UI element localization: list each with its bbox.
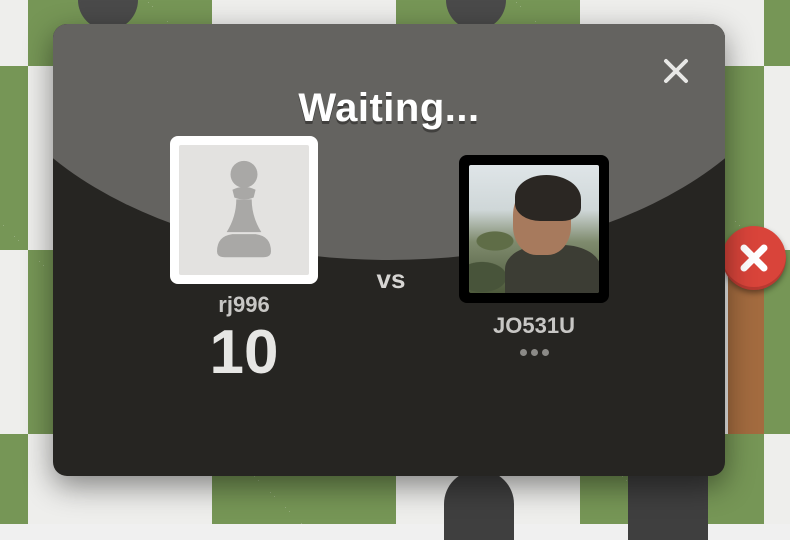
- waiting-modal: Waiting... rj996 10 vs JO531U: [53, 24, 725, 476]
- avatar-photo: [469, 165, 599, 293]
- modal-title: Waiting...: [298, 86, 480, 130]
- close-icon: [740, 244, 768, 272]
- chess-piece: [444, 470, 514, 540]
- chess-piece: [628, 470, 708, 540]
- modal-header-bg: [53, 24, 725, 260]
- player-left: rj996 10: [170, 136, 318, 384]
- vs-label: vs: [376, 264, 406, 294]
- avatar[interactable]: [459, 155, 609, 303]
- pawn-icon: [179, 145, 309, 275]
- abort-button[interactable]: [722, 226, 786, 290]
- modal-close-button[interactable]: [659, 54, 693, 88]
- close-icon: [664, 59, 688, 83]
- player-rating: 10: [209, 318, 279, 387]
- player-right: JO531U: [459, 155, 609, 356]
- ellipsis-icon: [459, 349, 609, 356]
- player-name[interactable]: JO531U: [459, 313, 609, 339]
- player-name[interactable]: rj996: [170, 292, 318, 318]
- avatar[interactable]: [170, 136, 318, 284]
